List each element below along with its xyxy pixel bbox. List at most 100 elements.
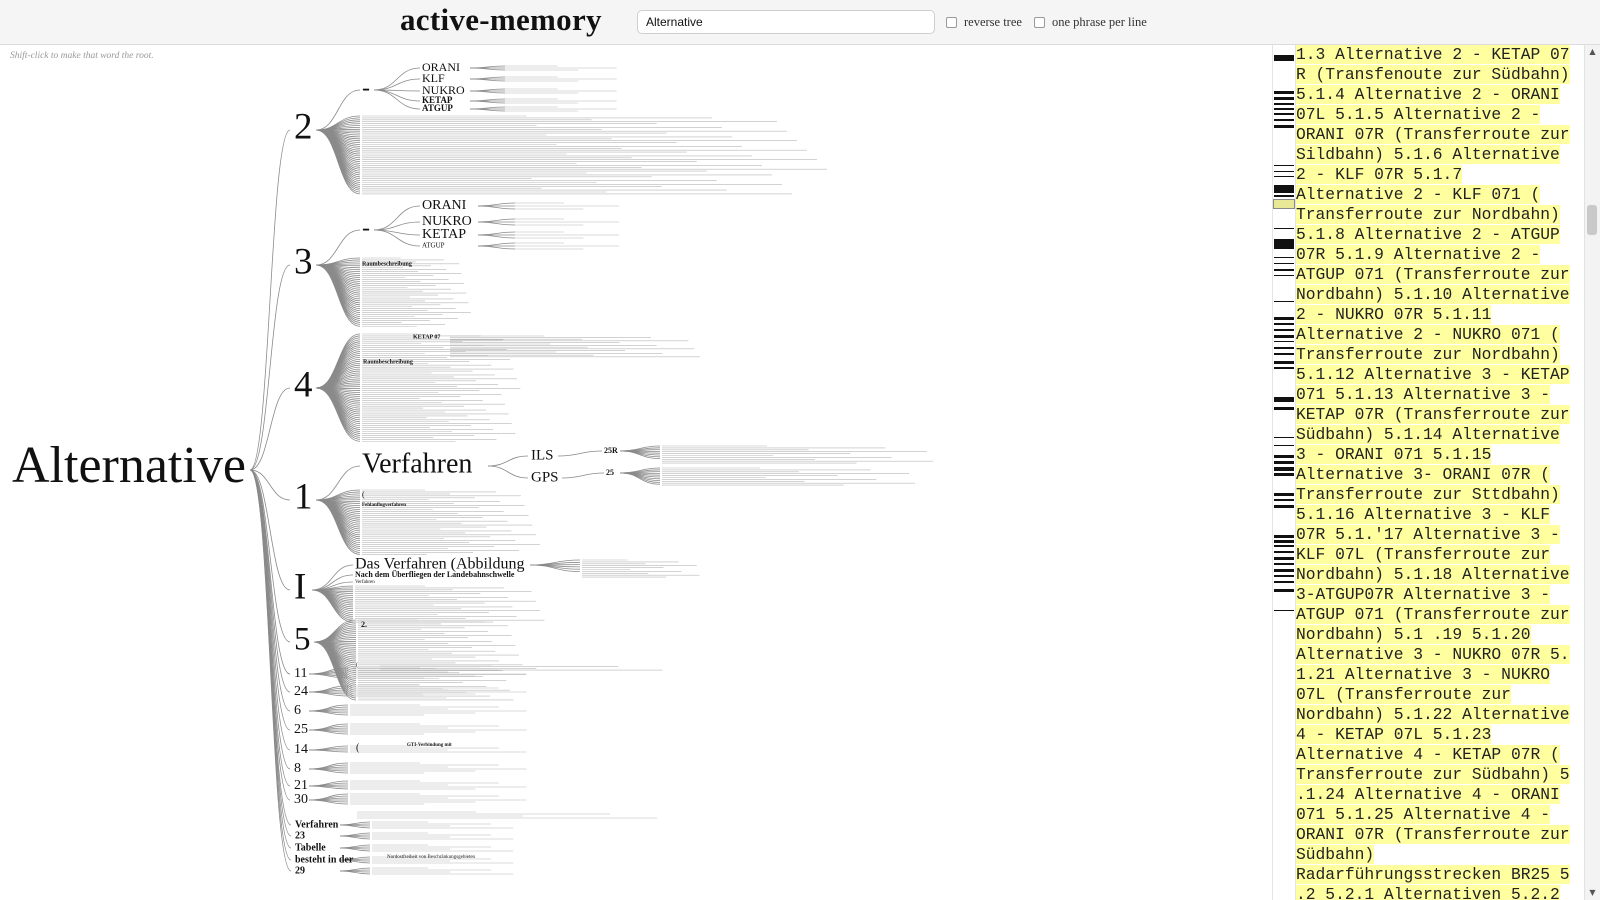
tree-node[interactable]: KETAP 07 bbox=[413, 334, 440, 340]
text-panel[interactable]: 1.3 Alternative 2 - KETAP 07 R (Transfeno… bbox=[1296, 45, 1582, 900]
highlighted-text: 5.1.16 Alternative 3 - KLF bbox=[1296, 505, 1551, 524]
minimap-line bbox=[1274, 467, 1294, 471]
minimap-line bbox=[1274, 581, 1294, 583]
tree-node[interactable]: GTI-Verbindung mit bbox=[407, 743, 452, 748]
branch-word[interactable]: 3 bbox=[294, 241, 313, 282]
tree-edge bbox=[477, 234, 516, 239]
tree-node[interactable]: - bbox=[362, 216, 370, 242]
scroll-thumb[interactable] bbox=[1587, 205, 1597, 235]
text-line: 1.21 Alternative 3 - NUKRO bbox=[1296, 665, 1582, 685]
word-tree[interactable]: Alternative 2 3 4 1 I 5 11 24 6 25 14 8 21 30 Verfahren… bbox=[0, 45, 1268, 900]
triangle-down-icon[interactable]: ▼ bbox=[1585, 886, 1600, 900]
branch-word[interactable]: 4 bbox=[294, 364, 313, 405]
branch-word[interactable]: 14 bbox=[294, 742, 308, 757]
branch-word[interactable]: 30 bbox=[294, 792, 308, 807]
tree-node[interactable]: ( bbox=[362, 490, 365, 499]
one-phrase-option[interactable]: one phrase per line bbox=[1034, 15, 1147, 30]
text-line: Südbahn) bbox=[1296, 845, 1582, 865]
tree-node[interactable]: Nordostfreiheit von Beschränkungsgebiete… bbox=[387, 855, 476, 860]
highlighted-text: 07L 5.1.5 Alternative 2 - bbox=[1296, 105, 1541, 124]
minimap-line bbox=[1274, 575, 1294, 577]
reverse-tree-option[interactable]: reverse tree bbox=[946, 15, 1022, 30]
text-line: 4 - KETAP 07L 5.1.23 bbox=[1296, 725, 1582, 745]
tree-node[interactable]: ILS bbox=[531, 447, 554, 463]
text-line: 1.3 Alternative 2 - KETAP 07 bbox=[1296, 45, 1582, 65]
branch-word[interactable]: Tabelle bbox=[295, 842, 326, 853]
highlighted-text: Südbahn) bbox=[1296, 845, 1375, 864]
text-line: 07L 5.1.5 Alternative 2 - bbox=[1296, 105, 1582, 125]
minimap-line bbox=[1274, 91, 1294, 94]
minimap-line bbox=[1274, 301, 1294, 302]
highlighted-text: 3 - ORANI 071 5.1.15 bbox=[1296, 445, 1492, 464]
branch-word[interactable]: 6 bbox=[294, 703, 301, 718]
branch-word[interactable]: I bbox=[294, 566, 306, 607]
branch-word[interactable]: 1 bbox=[294, 476, 313, 517]
scrollbar[interactable]: ▲ ▼ bbox=[1584, 45, 1600, 900]
text-line: ORANI 07R (Transferroute zur bbox=[1296, 825, 1582, 845]
minimap-line bbox=[1274, 347, 1294, 349]
branch-word[interactable]: 24 bbox=[294, 684, 308, 699]
minimap-viewport[interactable] bbox=[1273, 199, 1295, 209]
tree-node[interactable]: Nach dem Überfliegen der Landebahnschwel… bbox=[355, 570, 515, 579]
branch-word[interactable]: 25 bbox=[294, 722, 308, 737]
highlighted-text: .1.24 Alternative 4 - ORANI bbox=[1296, 785, 1560, 804]
text-line: 071 5.1.25 Alternative 4 - bbox=[1296, 805, 1582, 825]
tree-node[interactable]: ATGUP bbox=[422, 242, 445, 250]
tree-node[interactable]: - bbox=[362, 76, 370, 102]
branch-word[interactable]: besteht in der bbox=[295, 854, 354, 865]
document-minimap[interactable] bbox=[1272, 45, 1296, 900]
highlighted-text: Nordbahn) 5.1.10 Alternative bbox=[1296, 285, 1570, 304]
branch-word[interactable]: 21 bbox=[294, 778, 308, 793]
highlighted-text: ORANI 07R (Transferroute zur bbox=[1296, 825, 1570, 844]
triangle-up-icon[interactable]: ▲ bbox=[1585, 45, 1600, 59]
tree-node[interactable]: 2. bbox=[361, 620, 367, 629]
one-phrase-checkbox[interactable] bbox=[1034, 17, 1045, 28]
minimap-line bbox=[1274, 569, 1294, 572]
tree-node[interactable]: 25 bbox=[606, 468, 614, 477]
branch-word[interactable]: 8 bbox=[294, 761, 301, 776]
text-line: .1.24 Alternative 4 - ORANI bbox=[1296, 785, 1582, 805]
highlighted-text: Transferroute zur Nordbahn) bbox=[1296, 345, 1560, 364]
tree-node[interactable]: 25R bbox=[604, 446, 618, 455]
branch-word[interactable]: 29 bbox=[295, 865, 305, 876]
minimap-line bbox=[1274, 228, 1294, 229]
minimap-line bbox=[1274, 269, 1294, 271]
highlighted-text: Nordbahn) 5.1.22 Alternative bbox=[1296, 705, 1570, 724]
branch-word[interactable]: 2 bbox=[294, 106, 313, 147]
minimap-line bbox=[1274, 335, 1294, 338]
tree-edge bbox=[315, 387, 361, 427]
text-line: KLF 07L (Transferroute zur bbox=[1296, 545, 1582, 565]
minimap-line bbox=[1274, 239, 1294, 249]
text-line: Transferroute zur Sttdbahn) bbox=[1296, 485, 1582, 505]
tree-edge bbox=[477, 221, 516, 226]
branch-word[interactable]: Verfahren bbox=[295, 819, 339, 830]
tree-root-word[interactable]: Alternative bbox=[12, 437, 246, 494]
tree-node[interactable]: Fehlanflugverfahren bbox=[362, 503, 406, 508]
tree-node[interactable]: Raumbeschreibung bbox=[363, 359, 413, 365]
highlighted-text: 07L (Transferroute zur bbox=[1296, 685, 1511, 704]
minimap-line bbox=[1274, 165, 1294, 166]
tree-node[interactable]: GPS bbox=[531, 469, 559, 485]
tree-node[interactable]: ORANI bbox=[422, 198, 467, 213]
branch-word[interactable]: 5 bbox=[294, 622, 311, 658]
reverse-tree-checkbox[interactable] bbox=[946, 17, 957, 28]
minimap-line bbox=[1274, 455, 1294, 458]
tree-node[interactable]: Raumbeschreibung bbox=[362, 261, 412, 267]
minimap-line bbox=[1274, 461, 1294, 464]
highlighted-text: Alternative 3 - NUKRO 07R 5. bbox=[1296, 645, 1570, 664]
branch-word[interactable]: 23 bbox=[295, 830, 305, 841]
branch-word[interactable]: 11 bbox=[294, 666, 307, 681]
tree-node[interactable]: Verfahren bbox=[362, 448, 472, 479]
tree-edge bbox=[249, 469, 291, 787]
tree-node[interactable]: KETAP bbox=[422, 227, 466, 242]
tree-node[interactable]: ATGUP bbox=[422, 103, 453, 113]
tree-edge bbox=[477, 231, 516, 236]
tree-node[interactable]: ( bbox=[356, 661, 358, 668]
highlighted-text: Radarführungsstrecken BR25 5 bbox=[1296, 865, 1570, 884]
minimap-line bbox=[1274, 397, 1294, 402]
word-tree-canvas[interactable]: Alternative2341I511246251482130Verfahren… bbox=[0, 45, 1268, 900]
highlighted-text: 5.1.8 Alternative 2 - ATGUP bbox=[1296, 225, 1560, 244]
tree-node[interactable]: Verfahren bbox=[355, 580, 375, 585]
search-input[interactable] bbox=[637, 10, 935, 34]
highlighted-text: Südbahn) 5.1.14 Alternative bbox=[1296, 425, 1560, 444]
